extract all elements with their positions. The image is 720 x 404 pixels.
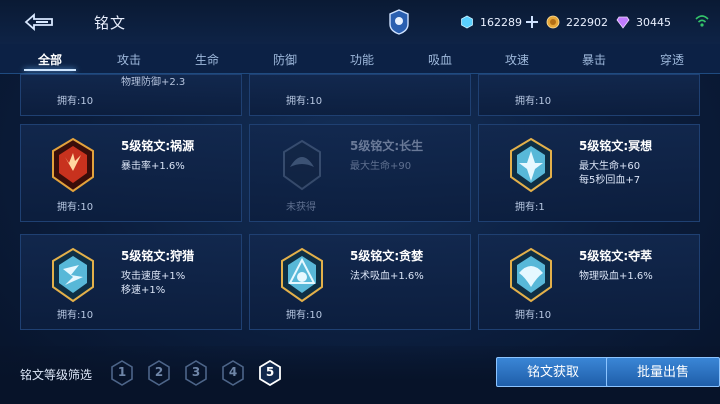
card-name: 5级铭文:祸源 — [121, 139, 195, 153]
inscription-emblem-icon — [283, 139, 321, 191]
top-bar: 铭文 162289 222902 30445 — [0, 0, 720, 44]
card-name: 5级铭文:冥想 — [579, 139, 653, 153]
card-stat: 最大生命+90 — [350, 161, 412, 172]
card-owned: 拥有:10 — [286, 96, 323, 107]
inscription-emblem-icon — [52, 137, 94, 193]
card-stat: 法术吸血+1.6% — [350, 271, 424, 282]
wifi-signal-icon — [695, 15, 709, 27]
coin-icon — [546, 15, 560, 29]
card-name: 5级铭文:长生 — [350, 139, 424, 153]
diamond-counter: 30445 — [616, 14, 671, 30]
tab-all[interactable]: 全部 — [25, 51, 75, 68]
card-owned: 拥有:10 — [57, 202, 94, 213]
inscription-card[interactable]: 5级铭文:夺萃 物理吸血+1.6% 拥有:10 — [478, 234, 700, 330]
card-owned: 拥有:10 — [57, 310, 94, 321]
coin-counter: 222902 — [546, 14, 608, 30]
card-stat: 移速+1% — [121, 285, 166, 296]
level-filter-label: 铭文等级筛选 — [20, 368, 93, 382]
card-owned: 未获得 — [286, 202, 316, 213]
inscription-emblem-icon — [510, 137, 552, 193]
card-name: 5级铭文:狩猎 — [121, 249, 195, 263]
card-stat: 每5秒回血+7 — [579, 175, 641, 186]
tab-lifesteal[interactable]: 吸血 — [415, 51, 465, 68]
category-tabs: 全部 攻击 生命 防御 功能 吸血 攻速 暴击 穿透 — [0, 44, 720, 74]
card-stat: 物理吸血+1.6% — [579, 271, 653, 282]
level-filter-5[interactable]: 5 — [258, 359, 282, 387]
card-owned: 拥有:1 — [515, 202, 545, 213]
level-number: 2 — [154, 365, 164, 379]
tab-crit[interactable]: 暴击 — [569, 51, 619, 68]
inscription-card[interactable]: 5级铭文:祸源 暴击率+1.6% 拥有:10 — [20, 124, 242, 222]
level-number: 5 — [265, 365, 275, 379]
shield-badge-icon[interactable] — [388, 8, 410, 36]
card-owned: 拥有:10 — [515, 96, 552, 107]
level-filter-3[interactable]: 3 — [184, 360, 208, 386]
crystal-value: 162289 — [480, 15, 522, 29]
card-stat: 最大生命+60 — [579, 161, 641, 172]
level-number: 4 — [228, 365, 238, 379]
inscription-card[interactable]: 5级铭文:长生 最大生命+90 未获得 — [249, 124, 471, 222]
crystal-icon — [461, 15, 473, 29]
page-title: 铭文 — [94, 14, 127, 32]
get-inscription-button[interactable]: 铭文获取 — [496, 357, 610, 387]
level-filter-1[interactable]: 1 — [110, 360, 134, 386]
inscription-emblem-icon — [52, 247, 94, 303]
card-name: 5级铭文:夺萃 — [579, 249, 653, 263]
tab-attack[interactable]: 攻击 — [104, 51, 154, 68]
card-owned: 拥有:10 — [57, 96, 94, 107]
tab-attack-speed[interactable]: 攻速 — [492, 51, 542, 68]
diamond-value: 30445 — [636, 15, 671, 29]
tab-defense[interactable]: 防御 — [260, 51, 310, 68]
card-stat: 暴击率+1.6% — [121, 161, 185, 172]
card-owned: 拥有:10 — [286, 310, 323, 321]
level-number: 1 — [117, 365, 127, 379]
level-number: 3 — [191, 365, 201, 379]
add-crystal-icon[interactable] — [526, 16, 538, 28]
inscription-card[interactable]: 物理防御+2.3 拥有:10 — [20, 74, 242, 116]
inscription-card[interactable]: 5级铭文:狩猎 攻击速度+1% 移速+1% 拥有:10 — [20, 234, 242, 330]
diamond-icon — [616, 16, 630, 29]
inscription-emblem-icon — [510, 247, 552, 303]
level-filter-4[interactable]: 4 — [221, 360, 245, 386]
tab-penetration[interactable]: 穿透 — [647, 51, 697, 68]
inscription-card[interactable]: 拥有:10 — [478, 74, 700, 116]
back-arrow-icon[interactable] — [22, 10, 58, 34]
bulk-sell-button[interactable]: 批量出售 — [606, 357, 720, 387]
active-tab-indicator — [24, 69, 76, 71]
card-name: 5级铭文:贪婪 — [350, 249, 424, 263]
coin-value: 222902 — [566, 15, 608, 29]
inscription-card[interactable]: 5级铭文:冥想 最大生命+60 每5秒回血+7 拥有:1 — [478, 124, 700, 222]
inscription-emblem-icon — [281, 247, 323, 303]
card-stat: 攻击速度+1% — [121, 271, 186, 282]
crystal-counter: 162289 — [460, 14, 538, 30]
tab-function[interactable]: 功能 — [337, 51, 387, 68]
card-stat: 物理防御+2.3 — [121, 77, 186, 88]
inscription-card[interactable]: 5级铭文:贪婪 法术吸血+1.6% 拥有:10 — [249, 234, 471, 330]
card-owned: 拥有:10 — [515, 310, 552, 321]
tab-health[interactable]: 生命 — [182, 51, 232, 68]
level-filter-2[interactable]: 2 — [147, 360, 171, 386]
inscription-card[interactable]: 拥有:10 — [249, 74, 471, 116]
